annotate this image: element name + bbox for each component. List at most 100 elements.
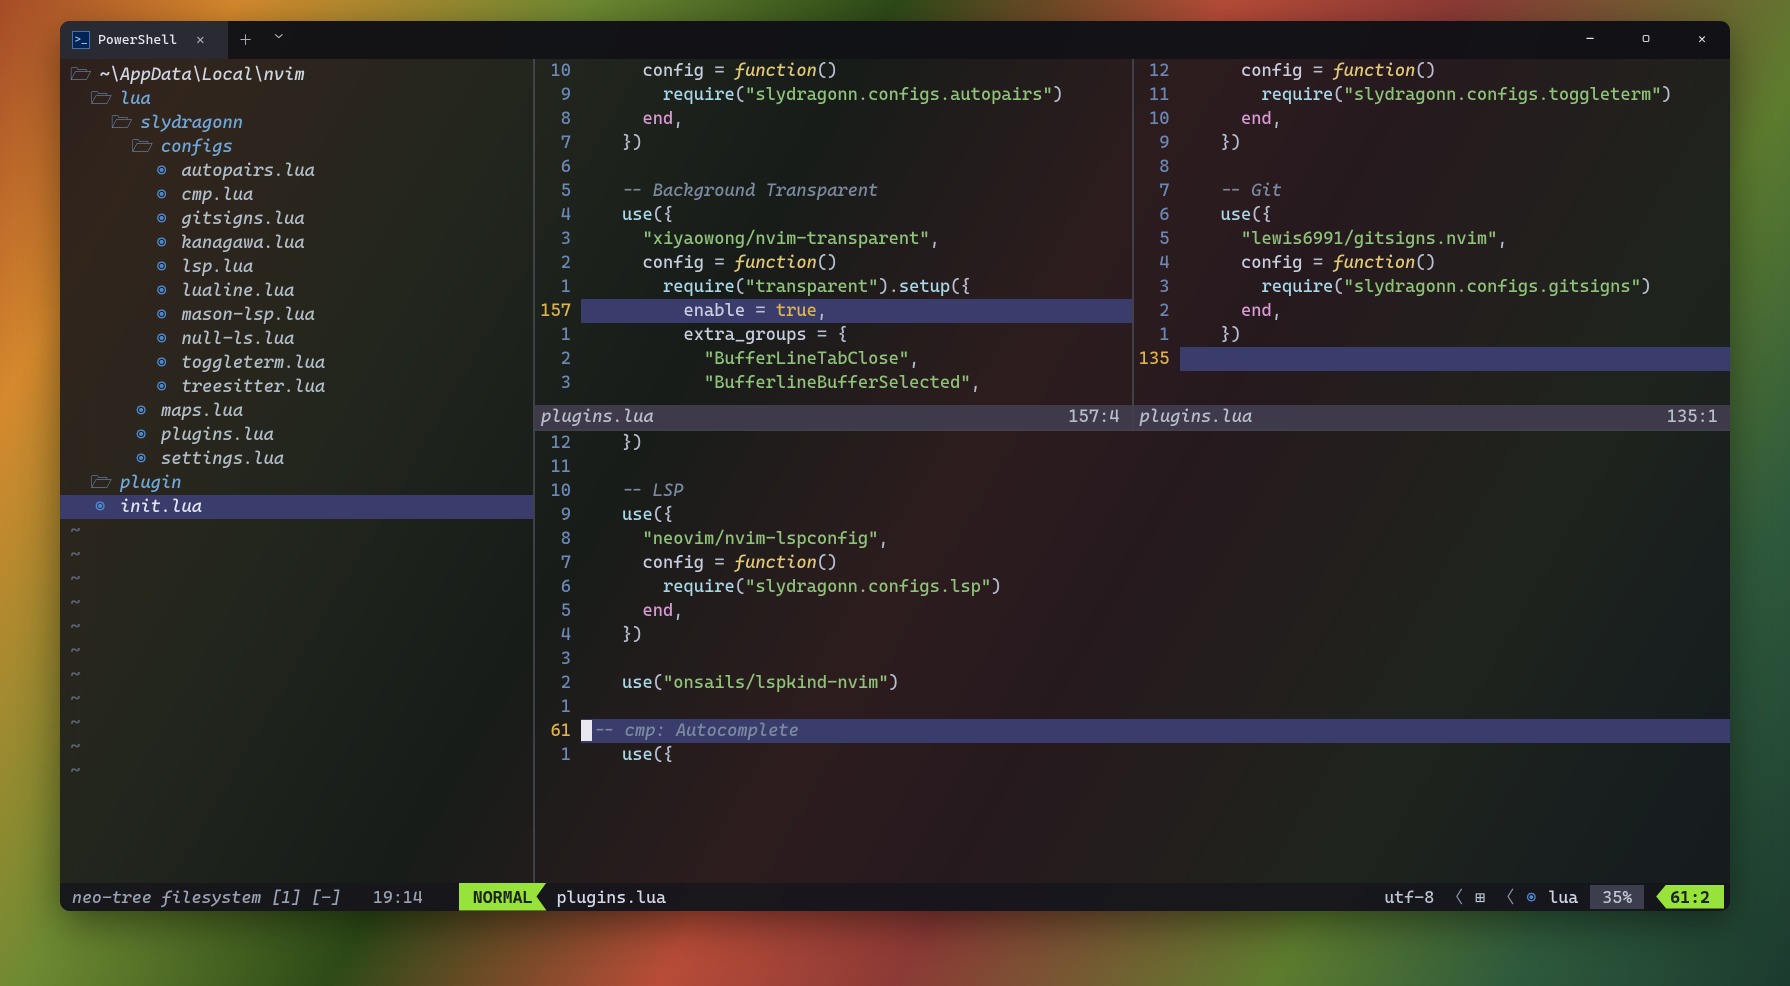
line-text: end,	[1180, 299, 1283, 323]
code-line[interactable]: 61-- cmp: Autocomplete	[535, 719, 1730, 743]
code-line[interactable]: 8 "neovim/nvim-lspconfig",	[535, 527, 1730, 551]
tree-item[interactable]: ◉ mason-lsp.lua	[60, 303, 533, 327]
code-line[interactable]: 8 end,	[535, 107, 1132, 131]
code-line[interactable]: 157 enable = true,	[535, 299, 1132, 323]
code-line[interactable]: 11 require("slydragonn.configs.toggleter…	[1134, 83, 1731, 107]
cursor	[581, 720, 592, 740]
line-number: 8	[535, 107, 581, 131]
code-line[interactable]: 3 require("slydragonn.configs.gitsigns")	[1134, 275, 1731, 299]
tree-empty-line: ~	[60, 591, 533, 615]
code-line[interactable]: 3 "xiyaowong/nvim-transparent",	[535, 227, 1132, 251]
tree-empty-line: ~	[60, 543, 533, 567]
code-line[interactable]: 135	[1134, 347, 1731, 371]
code-line[interactable]: 2 end,	[1134, 299, 1731, 323]
code-line[interactable]: 1 })	[1134, 323, 1731, 347]
statusline-percent: 35%	[1590, 885, 1644, 909]
code-line[interactable]: 4 use({	[535, 203, 1132, 227]
line-number: 4	[535, 623, 581, 647]
tree-item[interactable]: ◉ plugins.lua	[60, 423, 533, 447]
code-line[interactable]: 10 config = function()	[535, 59, 1132, 83]
close-button[interactable]: ✕	[1674, 21, 1730, 59]
code-pane-bottom[interactable]: 12 })1110 -- LSP9 use({8 "neovim/nvim-ls…	[535, 429, 1730, 883]
statusline-time: 19:14	[373, 887, 423, 907]
code-line[interactable]: 9 require("slydragonn.configs.autopairs"…	[535, 83, 1132, 107]
folder-open-icon: 🗁	[132, 135, 151, 159]
line-text: -- Background Transparent	[581, 179, 878, 203]
tree-item[interactable]: ◉ maps.lua	[60, 399, 533, 423]
line-number: 1	[535, 743, 581, 767]
tree-empty-line: ~	[60, 567, 533, 591]
line-number: 135	[1134, 347, 1180, 371]
new-tab-button[interactable]: ＋	[228, 30, 264, 50]
tree-item[interactable]: ◉ init.lua	[60, 495, 533, 519]
tree-item[interactable]: 🗁 slydragonn	[60, 111, 533, 135]
tree-root[interactable]: 🗁 ~\AppData\Local\nvim	[60, 63, 533, 87]
code-line[interactable]: 5 "lewis6991/gitsigns.nvim",	[1134, 227, 1731, 251]
code-pane-top-right[interactable]: 12 config = function()11 require("slydra…	[1134, 59, 1731, 429]
line-text: end,	[1180, 107, 1283, 131]
tab-close-button[interactable]: ✕	[185, 32, 215, 48]
code-line[interactable]: 1 extra_groups = {	[535, 323, 1132, 347]
tree-item[interactable]: ◉ autopairs.lua	[60, 159, 533, 183]
code-line[interactable]: 4 config = function()	[1134, 251, 1731, 275]
code-line[interactable]: 6 require("slydragonn.configs.lsp")	[535, 575, 1730, 599]
code-line[interactable]: 1 use({	[535, 743, 1730, 767]
code-line[interactable]: 6 use({	[1134, 203, 1731, 227]
line-text: config = function()	[581, 551, 837, 575]
lua-file-icon: ◉	[152, 375, 171, 399]
code-line[interactable]: 2 "BufferLineTabClose",	[535, 347, 1132, 371]
code-line[interactable]: 1	[535, 695, 1730, 719]
maximize-button[interactable]: ▢	[1618, 21, 1674, 59]
code-line[interactable]: 12 config = function()	[1134, 59, 1731, 83]
line-text: })	[1180, 131, 1242, 155]
lua-file-icon: ◉	[152, 255, 171, 279]
code-line[interactable]: 2 config = function()	[535, 251, 1132, 275]
code-line[interactable]: 7 })	[535, 131, 1132, 155]
window-controls: — ▢ ✕	[1562, 21, 1730, 59]
code-line[interactable]: 10 end,	[1134, 107, 1731, 131]
tree-item[interactable]: ◉ gitsigns.lua	[60, 207, 533, 231]
line-text: })	[581, 623, 643, 647]
tree-item[interactable]: ◉ cmp.lua	[60, 183, 533, 207]
code-line[interactable]: 8	[1134, 155, 1731, 179]
code-line[interactable]: 5 -- Background Transparent	[535, 179, 1132, 203]
code-line[interactable]: 11	[535, 455, 1730, 479]
code-pane-top-left[interactable]: 10 config = function()9 require("slydrag…	[535, 59, 1134, 429]
tree-item[interactable]: ◉ settings.lua	[60, 447, 533, 471]
titlebar: >_ PowerShell ✕ ＋ ⌄ — ▢ ✕	[60, 21, 1730, 59]
code-line[interactable]: 6	[535, 155, 1132, 179]
tree-item[interactable]: ◉ kanagawa.lua	[60, 231, 533, 255]
code-line[interactable]: 2 use("onsails/lspkind-nvim")	[535, 671, 1730, 695]
code-line[interactable]: 10 -- LSP	[535, 479, 1730, 503]
tree-empty-line: ~	[60, 711, 533, 735]
tab-powershell[interactable]: >_ PowerShell ✕	[60, 21, 228, 59]
line-text: "BufferLineTabClose",	[581, 347, 919, 371]
code-line[interactable]: 5 end,	[535, 599, 1730, 623]
code-line[interactable]: 7 -- Git	[1134, 179, 1731, 203]
code-line[interactable]: 12 })	[535, 431, 1730, 455]
tree-item[interactable]: 🗁 lua	[60, 87, 533, 111]
tree-item[interactable]: ◉ toggleterm.lua	[60, 351, 533, 375]
lua-file-icon: ◉	[152, 231, 171, 255]
code-line[interactable]: 9 })	[1134, 131, 1731, 155]
code-line[interactable]: 3 "BufferlineBufferSelected",	[535, 371, 1132, 395]
code-line[interactable]: 3	[535, 647, 1730, 671]
tree-item[interactable]: ◉ lsp.lua	[60, 255, 533, 279]
tab-dropdown-button[interactable]: ⌄	[264, 31, 295, 48]
file-tree-pane[interactable]: 🗁 ~\AppData\Local\nvim 🗁 lua 🗁 slydragon…	[60, 59, 535, 883]
line-number: 7	[535, 551, 581, 575]
line-number: 1	[1134, 323, 1180, 347]
tree-item[interactable]: ◉ treesitter.lua	[60, 375, 533, 399]
tree-item[interactable]: 🗁 plugin	[60, 471, 533, 495]
code-line[interactable]: 4 })	[535, 623, 1730, 647]
tree-item[interactable]: ◉ null-ls.lua	[60, 327, 533, 351]
statusline: neo-tree filesystem [1] [-] 19:14 NORMAL…	[60, 883, 1730, 911]
code-line[interactable]: 7 config = function()	[535, 551, 1730, 575]
code-line[interactable]: 9 use({	[535, 503, 1730, 527]
line-number: 5	[535, 179, 581, 203]
tree-item[interactable]: ◉ lualine.lua	[60, 279, 533, 303]
code-line[interactable]: 1 require("transparent").setup({	[535, 275, 1132, 299]
minimize-button[interactable]: —	[1562, 21, 1618, 59]
tree-item[interactable]: 🗁 configs	[60, 135, 533, 159]
line-number: 9	[535, 83, 581, 107]
